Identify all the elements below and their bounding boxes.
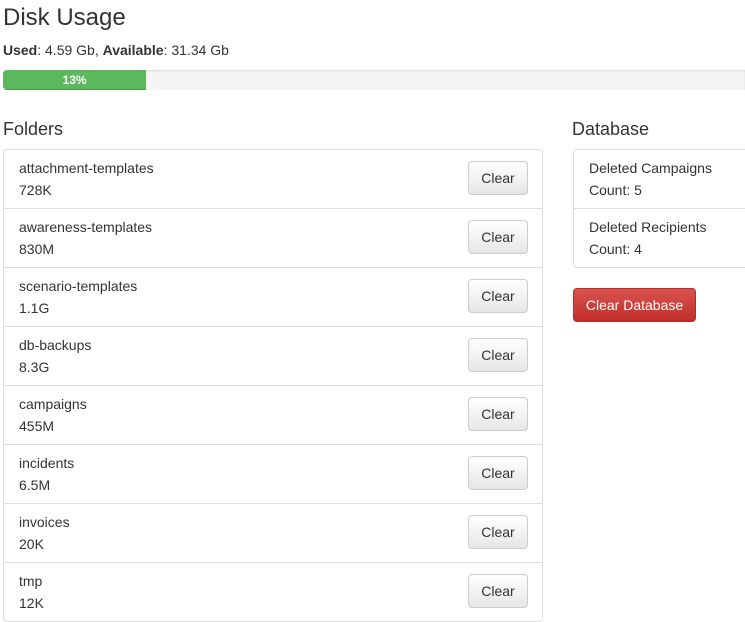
- page-title: Disk Usage: [3, 4, 126, 31]
- clear-folder-button[interactable]: Clear: [468, 338, 528, 372]
- used-label: Used: [3, 42, 38, 58]
- database-item: Deleted Campaigns Count: 5: [574, 150, 745, 208]
- folders-list: attachment-templates 728K Clear awarenes…: [3, 149, 543, 622]
- folder-size: 455M: [19, 418, 55, 434]
- folder-size: 20K: [19, 536, 44, 552]
- database-item-label: Deleted Campaigns: [589, 160, 712, 176]
- folder-size: 6.5M: [19, 477, 51, 493]
- folder-size: 830M: [19, 241, 55, 257]
- folder-item: incidents 6.5M Clear: [4, 444, 542, 503]
- clear-database-button[interactable]: Clear Database: [573, 288, 696, 322]
- folder-item: campaigns 455M Clear: [4, 385, 542, 444]
- database-heading: Database: [572, 119, 650, 139]
- database-item: Deleted Recipients Count: 4: [574, 208, 745, 267]
- clear-folder-button[interactable]: Clear: [468, 397, 528, 431]
- folder-size: 8.3G: [19, 359, 50, 375]
- folder-name: invoices: [19, 514, 70, 530]
- available-value: : 31.34 Gb: [163, 42, 229, 58]
- database-item-label: Deleted Recipients: [589, 219, 707, 235]
- folder-item: attachment-templates 728K Clear: [4, 150, 542, 208]
- folder-item: tmp 12K Clear: [4, 562, 542, 621]
- folder-item: invoices 20K Clear: [4, 503, 542, 562]
- folders-heading: Folders: [3, 119, 64, 139]
- clear-folder-button[interactable]: Clear: [468, 456, 528, 490]
- clear-folder-button[interactable]: Clear: [468, 161, 528, 195]
- database-item-count: Count: 4: [589, 241, 642, 257]
- folder-name: incidents: [19, 455, 75, 471]
- folder-size: 12K: [19, 595, 44, 611]
- disk-usage-progress-bar: 13%: [3, 70, 147, 90]
- available-label: Available: [102, 42, 164, 58]
- folder-item: scenario-templates 1.1G Clear: [4, 267, 542, 326]
- clear-folder-button[interactable]: Clear: [468, 515, 528, 549]
- folder-name: campaigns: [19, 396, 87, 412]
- clear-folder-button[interactable]: Clear: [468, 574, 528, 608]
- disk-usage-summary: Used: 4.59 Gb, Available: 31.34 Gb: [3, 42, 229, 58]
- folder-size: 728K: [19, 182, 52, 198]
- clear-folder-button[interactable]: Clear: [468, 220, 528, 254]
- disk-usage-progress: 13%: [3, 70, 745, 90]
- database-list: Deleted Campaigns Count: 5 Deleted Recip…: [573, 149, 745, 268]
- folder-item: awareness-templates 830M Clear: [4, 208, 542, 267]
- folder-name: attachment-templates: [19, 160, 154, 176]
- folder-name: scenario-templates: [19, 278, 138, 294]
- folder-name: db-backups: [19, 337, 92, 353]
- folder-name: tmp: [19, 573, 43, 589]
- clear-folder-button[interactable]: Clear: [468, 279, 528, 313]
- folder-item: db-backups 8.3G Clear: [4, 326, 542, 385]
- folder-name: awareness-templates: [19, 219, 153, 235]
- used-value: : 4.59 Gb,: [37, 42, 103, 58]
- database-item-count: Count: 5: [589, 182, 642, 198]
- folder-size: 1.1G: [19, 300, 50, 316]
